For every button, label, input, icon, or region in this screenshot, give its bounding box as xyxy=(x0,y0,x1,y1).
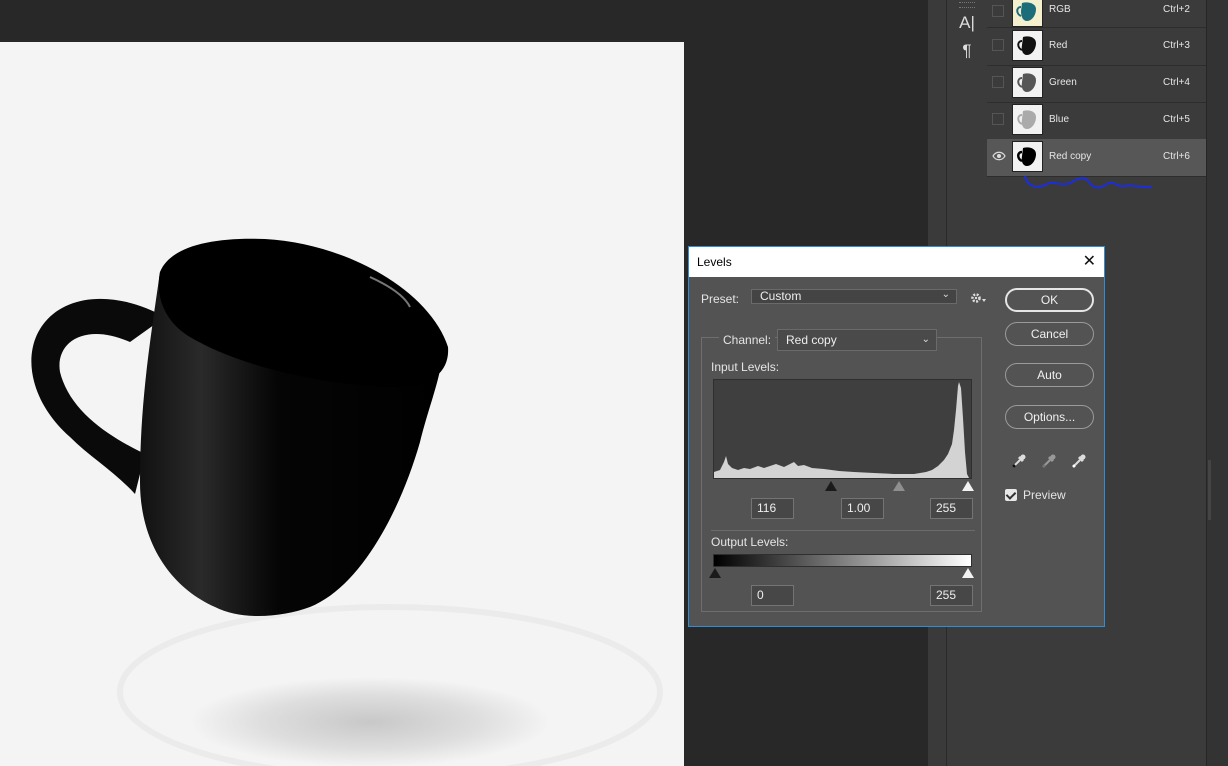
preset-select[interactable]: Custom ⌄ xyxy=(751,289,957,304)
channel-thumbnail xyxy=(1012,141,1043,172)
options-bar xyxy=(0,0,928,42)
levels-dialog: Levels ✕ Preset: Custom ⌄ Channel: Red c… xyxy=(688,246,1105,627)
channel-shortcut: Ctrl+5 xyxy=(1163,114,1190,125)
histogram xyxy=(713,379,972,479)
paragraph-panel-icon[interactable]: ¶ xyxy=(955,40,979,62)
dialog-titlebar[interactable]: Levels ✕ xyxy=(689,247,1104,277)
channel-row-blue[interactable]: Blue Ctrl+5 xyxy=(987,102,1206,140)
dialog-title: Levels xyxy=(697,255,732,269)
document-canvas[interactable] xyxy=(0,42,684,766)
output-white-slider[interactable] xyxy=(962,568,974,578)
output-black-field[interactable]: 0 xyxy=(751,585,794,606)
eye-icon[interactable] xyxy=(992,150,1006,162)
input-levels-label: Input Levels: xyxy=(711,360,780,374)
channel-thumbnail xyxy=(1012,104,1043,135)
channel-select[interactable]: Red copy ⌄ xyxy=(777,329,937,351)
output-white-field[interactable]: 255 xyxy=(930,585,973,606)
channel-shortcut: Ctrl+6 xyxy=(1163,151,1190,162)
channel-row-rgb[interactable]: RGB Ctrl+2 xyxy=(987,0,1206,28)
channel-shortcut: Ctrl+4 xyxy=(1163,77,1190,88)
input-gamma-field[interactable]: 1.00 xyxy=(841,498,884,519)
visibility-toggle[interactable] xyxy=(992,39,1004,51)
cancel-button[interactable]: Cancel xyxy=(1005,322,1094,346)
visibility-toggle[interactable] xyxy=(992,76,1004,88)
channel-thumbnail xyxy=(1012,30,1043,61)
output-levels-label: Output Levels: xyxy=(711,535,789,549)
channel-thumbnail xyxy=(1012,67,1043,98)
channel-thumbnail xyxy=(1012,0,1043,27)
channel-name: Red copy xyxy=(1049,151,1092,162)
annotation-scribble xyxy=(1024,175,1153,189)
input-gamma-slider[interactable] xyxy=(893,481,905,491)
channel-shortcut: Ctrl+3 xyxy=(1163,40,1190,51)
channel-name: Blue xyxy=(1049,114,1070,125)
gray-eyedropper-icon[interactable] xyxy=(1040,452,1058,470)
mug-image xyxy=(31,238,663,766)
preview-checkbox[interactable] xyxy=(1005,489,1017,501)
visibility-toggle[interactable] xyxy=(992,5,1004,17)
gear-icon[interactable] xyxy=(970,291,988,305)
channel-label: Channel: xyxy=(719,333,776,347)
input-black-slider[interactable] xyxy=(825,481,837,491)
input-white-slider[interactable] xyxy=(962,481,974,491)
input-white-field[interactable]: 255 xyxy=(930,498,973,519)
visibility-toggle[interactable] xyxy=(992,113,1004,125)
channel-shortcut: Ctrl+2 xyxy=(1163,4,1190,15)
channel-row-red[interactable]: Red Ctrl+3 xyxy=(987,28,1206,66)
options-button[interactable]: Options... xyxy=(1005,405,1094,429)
output-black-slider[interactable] xyxy=(709,568,721,578)
channel-name: Red xyxy=(1049,40,1068,51)
output-gradient-bar xyxy=(713,554,972,567)
black-eyedropper-icon[interactable] xyxy=(1010,452,1028,470)
channel-row-green[interactable]: Green Ctrl+4 xyxy=(987,65,1206,103)
white-eyedropper-icon[interactable] xyxy=(1070,452,1088,470)
scroll-thumb[interactable] xyxy=(1208,460,1211,520)
panel-scroll-strip[interactable] xyxy=(1206,0,1228,766)
close-icon[interactable]: ✕ xyxy=(1083,251,1096,271)
chevron-down-icon: ⌄ xyxy=(921,334,930,345)
channel-name: Green xyxy=(1049,77,1077,88)
channel-name: RGB xyxy=(1049,4,1071,15)
preset-label: Preset: xyxy=(701,292,740,306)
preview-label: Preview xyxy=(1023,488,1066,502)
character-panel-icon[interactable]: A| xyxy=(955,12,979,34)
channel-value: Red copy xyxy=(786,333,837,347)
ok-button[interactable]: OK xyxy=(1005,288,1094,312)
separator xyxy=(711,530,975,531)
preset-value: Custom xyxy=(760,289,802,303)
chevron-down-icon: ⌄ xyxy=(941,289,950,300)
panel-grip[interactable] xyxy=(959,2,975,8)
input-black-field[interactable]: 116 xyxy=(751,498,794,519)
auto-button[interactable]: Auto xyxy=(1005,363,1094,387)
